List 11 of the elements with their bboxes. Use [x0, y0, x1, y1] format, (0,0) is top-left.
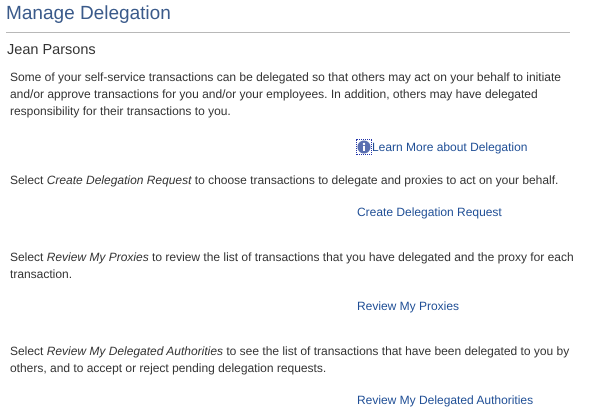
action-link[interactable]: Review My Delegated Authorities: [357, 393, 534, 407]
intro-paragraph: Some of your self-service transactions can be delegated so that others may act on your behalf to initiate and/or approve transactions for you and/or your employees. In addition, others may have delegated responsibility for their transactions to you.: [10, 69, 562, 120]
action-link[interactable]: Review My Proxies: [357, 299, 460, 313]
instruction-text: Select Review My Proxies to review the list of transactions that you have delegated and the proxy for each transaction.: [10, 249, 575, 283]
learn-more-link[interactable]: Learn More about Delegation: [372, 140, 528, 154]
action-link[interactable]: Create Delegation Request: [357, 205, 502, 219]
instruction-text: Select Review My Delegated Authorities to see the list of transactions that have been delegated to you by others, and to accept or reject pending delegation requests.: [10, 343, 570, 377]
info-icon[interactable]: [357, 140, 371, 154]
page-title: Manage Delegation: [6, 3, 570, 33]
instruction-text: Select Create Delegation Request to choose transactions to delegate and proxies to act on your behalf.: [10, 172, 560, 189]
person-name: Jean Parsons: [7, 42, 96, 58]
